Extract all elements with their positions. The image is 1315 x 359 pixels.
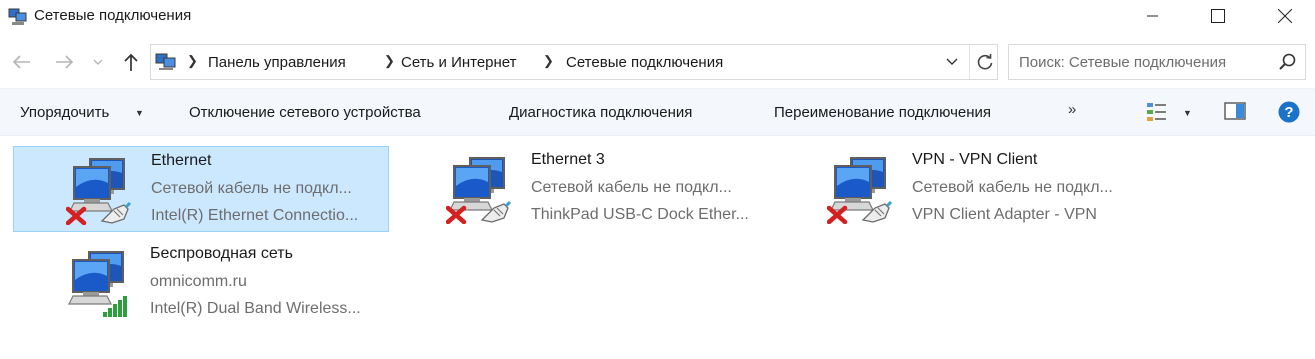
connection-name: VPN - VPN Client: [912, 151, 1038, 168]
help-button[interactable]: ?: [1278, 101, 1300, 127]
more-commands-button[interactable]: »: [1068, 101, 1076, 118]
disconnected-ethernet-icon: [65, 153, 132, 226]
preview-pane-button[interactable]: [1224, 101, 1246, 125]
close-icon: [1278, 9, 1292, 23]
minimize-button[interactable]: [1130, 0, 1176, 32]
network-connections-icon: [8, 8, 28, 26]
up-arrow-icon: [124, 53, 138, 71]
connection-status: Сетевой кабель не подкл...: [531, 179, 732, 196]
svg-text:?: ?: [1284, 104, 1293, 121]
breadcrumb-network-internet[interactable]: Сеть и Интернет: [401, 54, 517, 71]
recent-locations-button[interactable]: [88, 50, 108, 74]
connection-status: Сетевой кабель не подкл...: [912, 179, 1113, 196]
disconnected-ethernet-icon: [445, 152, 512, 225]
chevron-down-icon: [946, 58, 958, 65]
caret-down-icon[interactable]: ▼: [1183, 108, 1192, 118]
back-button[interactable]: [8, 50, 34, 74]
breadcrumb-network-connections[interactable]: Сетевые подключения: [566, 54, 723, 71]
disconnected-ethernet-icon: [826, 152, 893, 225]
back-arrow-icon: [12, 55, 30, 69]
connection-adapter: Intel(R) Dual Band Wireless...: [150, 300, 361, 317]
close-button[interactable]: [1262, 0, 1308, 32]
view-options-icon: [1147, 103, 1166, 121]
connection-status: omnicomm.ru: [150, 273, 247, 290]
connection-name: Беспроводная сеть: [150, 245, 293, 262]
diagnose-connection-button[interactable]: Диагностика подключения: [509, 104, 692, 121]
maximize-icon: [1211, 9, 1225, 23]
connection-item[interactable]: Ethernet 3 Сетевой кабель не подкл... Thin…: [394, 146, 770, 232]
disable-device-button[interactable]: Отключение сетевого устройства: [189, 104, 421, 121]
connection-adapter: ThinkPad USB-C Dock Ether...: [531, 206, 749, 223]
connection-name: Ethernet 3: [531, 151, 605, 168]
window-title: Сетевые подключения: [34, 7, 192, 24]
forward-arrow-icon: [56, 55, 74, 69]
connection-name: Ethernet: [151, 152, 212, 169]
up-button[interactable]: [118, 50, 144, 74]
connection-item[interactable]: VPN - VPN Client Сетевой кабель не подкл.…: [775, 146, 1151, 232]
search-box[interactable]: Поиск: Сетевые подключения: [1008, 44, 1306, 80]
connection-adapter: VPN Client Adapter - VPN: [912, 206, 1097, 223]
breadcrumb-control-panel[interactable]: Панель управления: [208, 54, 346, 71]
chevron-down-icon: [93, 59, 103, 65]
breadcrumb-separator[interactable]: ❯: [543, 53, 554, 69]
connection-item[interactable]: Ethernet Сетевой кабель не подкл... Intel(…: [13, 146, 389, 232]
command-bar: Упорядочить ▼ Отключение сетевого устрой…: [0, 88, 1315, 136]
maximize-button[interactable]: [1195, 0, 1241, 32]
help-icon: ?: [1278, 101, 1300, 123]
rename-connection-button[interactable]: Переименование подключения: [774, 104, 991, 121]
connection-item[interactable]: Беспроводная сеть omnicomm.ru Intel(R) Dua…: [13, 240, 389, 326]
organize-button[interactable]: Упорядочить: [20, 104, 109, 121]
address-bar[interactable]: ❯ Панель управления ❯ Сеть и Интернет ❯ …: [150, 44, 998, 80]
wireless-connection-icon: [65, 246, 131, 318]
breadcrumb-separator[interactable]: ❯: [384, 53, 395, 69]
change-view-button[interactable]: [1146, 101, 1170, 127]
title-bar: Сетевые подключения: [0, 0, 1315, 34]
breadcrumb-separator[interactable]: ❯: [187, 53, 198, 69]
minimize-icon: [1147, 15, 1158, 17]
network-connections-icon: [155, 53, 177, 71]
preview-pane-icon: [1224, 102, 1246, 120]
refresh-button[interactable]: [969, 45, 999, 79]
connection-status: Сетевой кабель не подкл...: [151, 180, 352, 197]
connection-adapter: Intel(R) Ethernet Connectio...: [151, 207, 359, 224]
refresh-icon: [977, 54, 992, 70]
search-input[interactable]: Поиск: Сетевые подключения: [1019, 54, 1226, 71]
forward-button[interactable]: [52, 50, 78, 74]
search-icon[interactable]: [1279, 53, 1297, 71]
navigation-bar: ❯ Панель управления ❯ Сеть и Интернет ❯ …: [0, 40, 1315, 84]
address-dropdown-button[interactable]: [941, 51, 963, 73]
caret-down-icon[interactable]: ▼: [135, 108, 144, 118]
